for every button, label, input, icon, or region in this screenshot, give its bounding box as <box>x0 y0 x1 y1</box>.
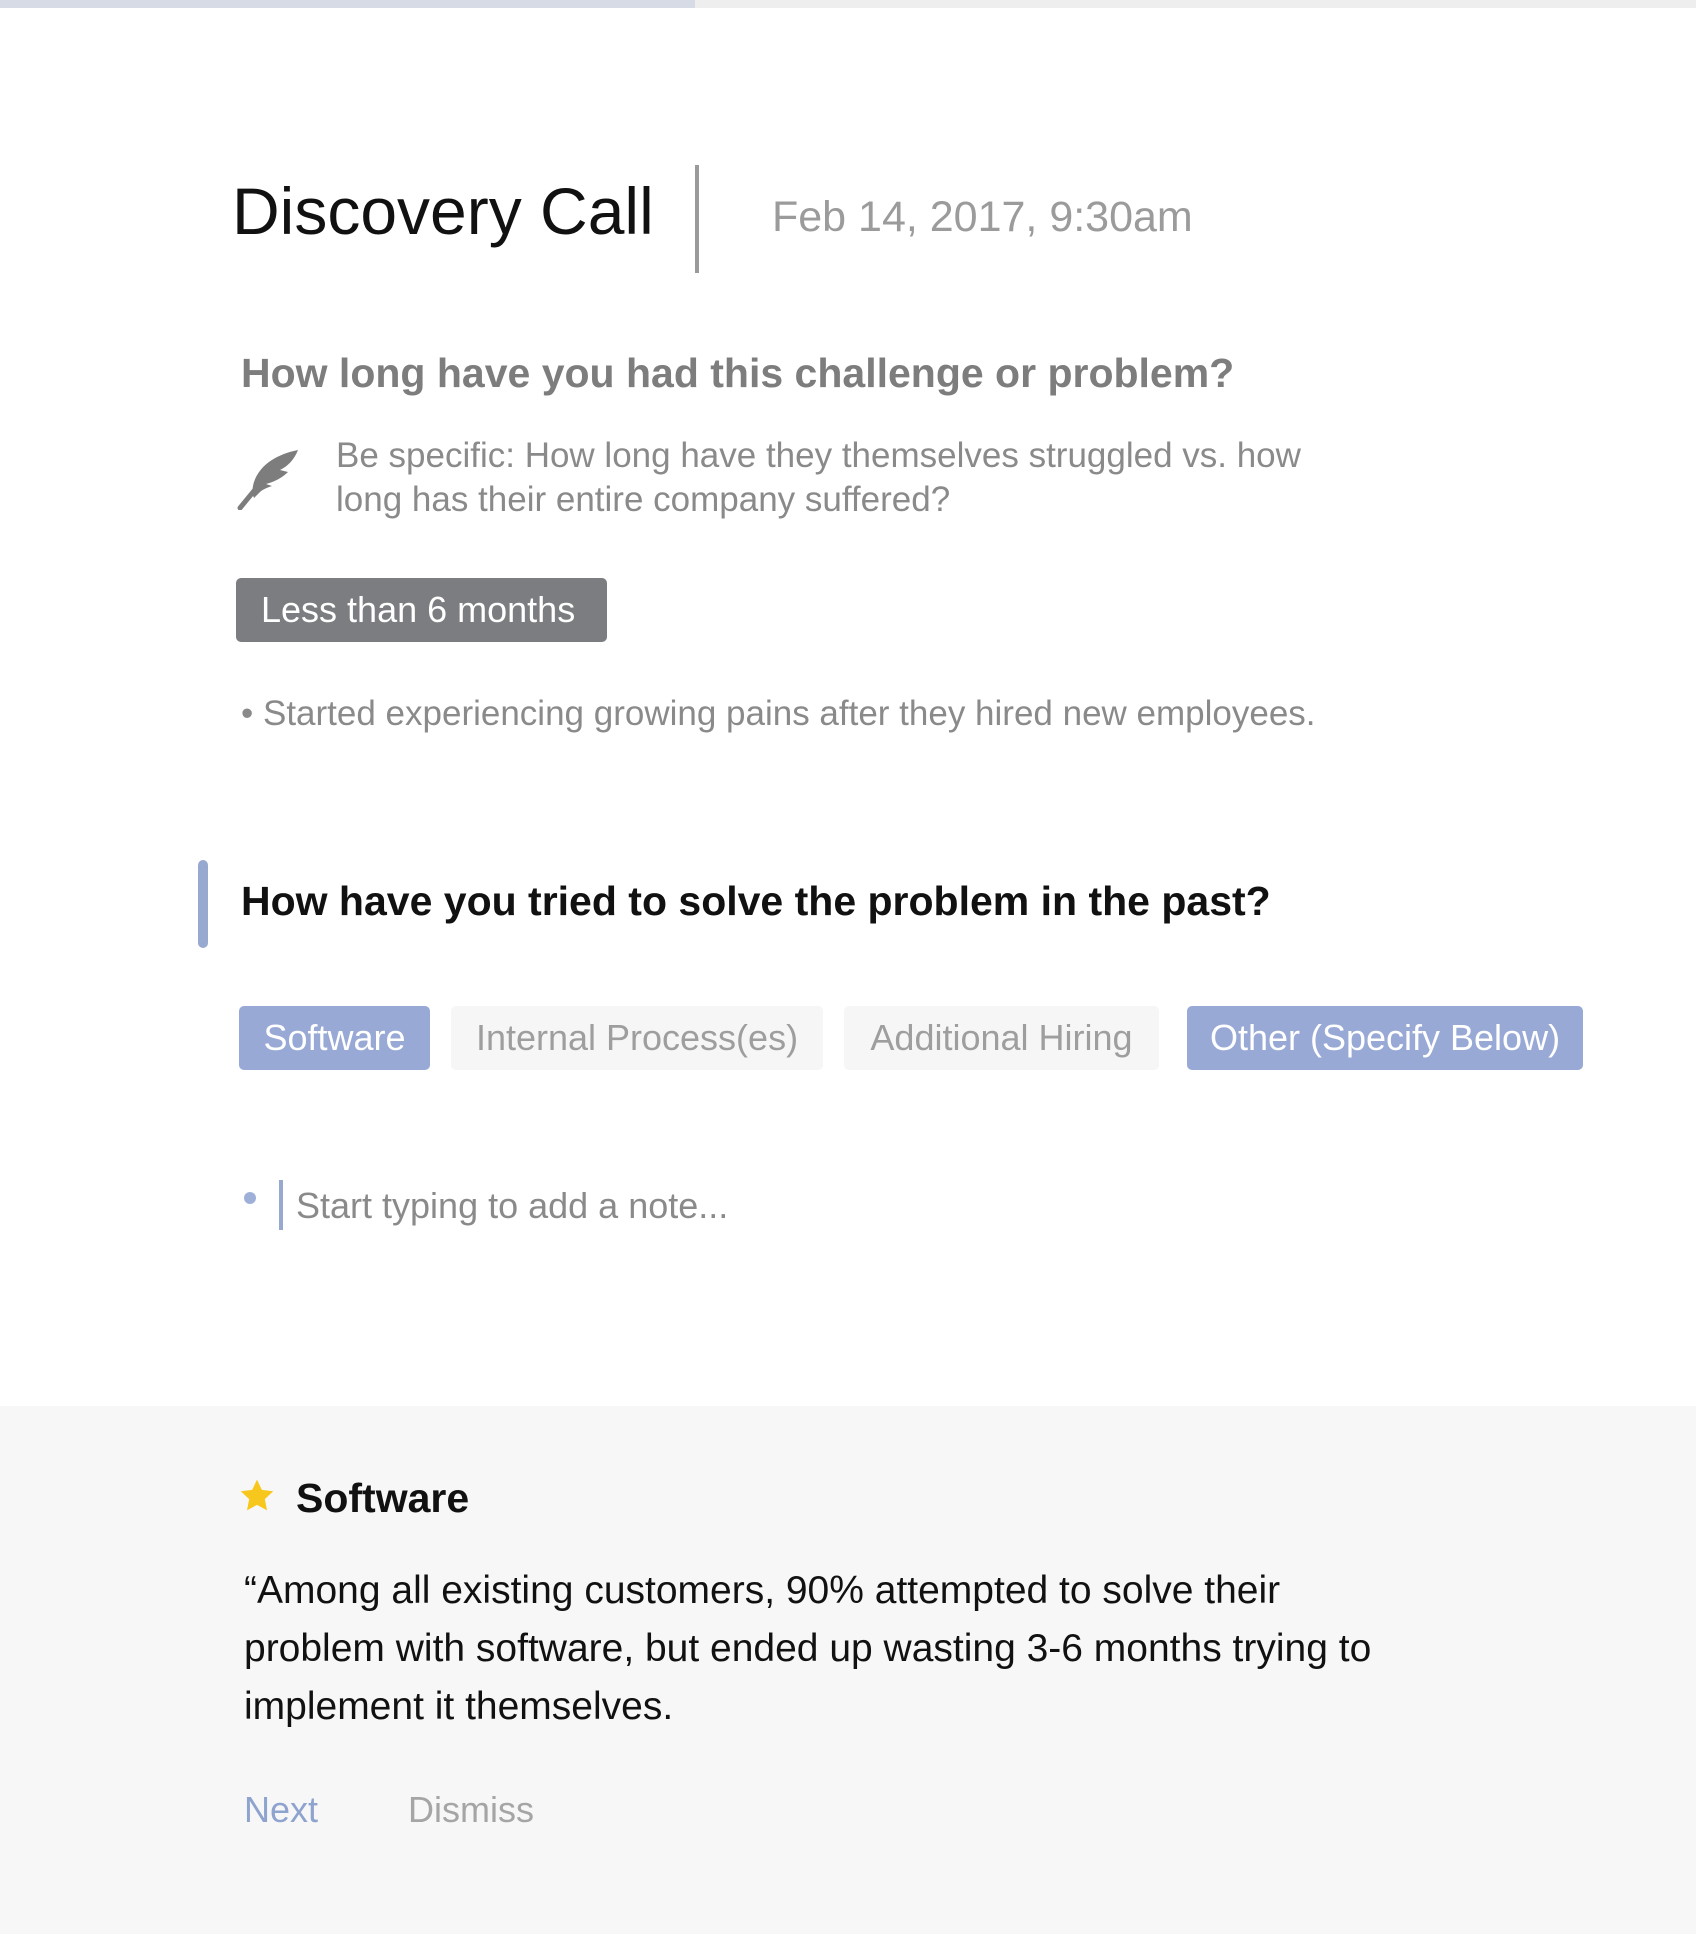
progress-bar-fill <box>0 0 696 8</box>
call-datetime: Feb 14, 2017, 9:30am <box>772 193 1193 241</box>
question-1-title: How long have you had this challenge or … <box>241 350 1235 396</box>
progress-bar-track <box>0 0 1696 8</box>
option-additional-hiring[interactable]: Additional Hiring <box>844 1006 1159 1070</box>
option-internal-processes[interactable]: Internal Process(es) <box>451 1006 823 1070</box>
text-caret <box>279 1180 283 1230</box>
page-header: Discovery Call Feb 14, 2017, 9:30am <box>232 160 1532 280</box>
header-divider <box>695 165 699 273</box>
tip-quote: “Among all existing customers, 90% attem… <box>244 1569 1372 1728</box>
tip-title: Software <box>296 1475 470 1521</box>
question-1-note[interactable]: • Started experiencing growing pains aft… <box>241 694 1316 734</box>
question-2-title: How have you tried to solve the problem … <box>241 878 1271 924</box>
selected-answer-chip[interactable]: Less than 6 months <box>236 578 608 642</box>
star-icon <box>238 1478 276 1514</box>
option-other[interactable]: Other (Specify Below) <box>1187 1006 1583 1070</box>
note-input[interactable] <box>296 1178 1196 1234</box>
option-software[interactable]: Software <box>239 1006 430 1070</box>
active-question-indicator <box>198 860 208 948</box>
question-1-hint: Be specific: How long have they themselv… <box>336 436 1301 519</box>
dismiss-button[interactable]: Dismiss <box>408 1790 534 1830</box>
next-button[interactable]: Next <box>244 1790 318 1830</box>
note-bullet <box>244 1192 256 1204</box>
page-title: Discovery Call <box>232 174 654 248</box>
feather-icon <box>236 448 302 511</box>
